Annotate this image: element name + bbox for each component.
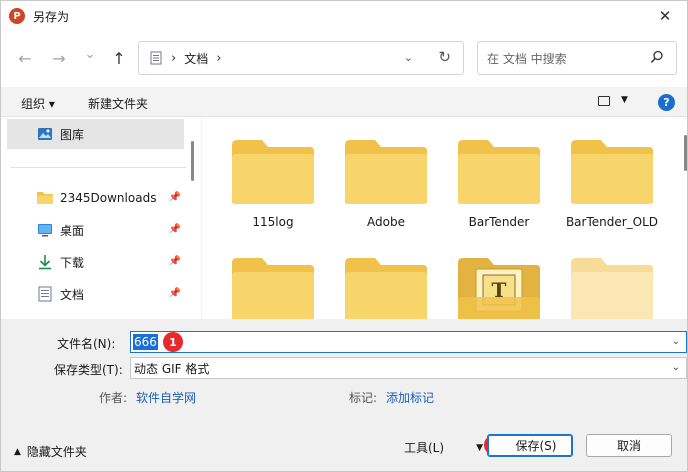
filetype-value: 动态 GIF 格式	[134, 361, 210, 376]
step-badge-1: 1	[163, 332, 183, 352]
chevron-up-icon: ▲	[14, 446, 21, 457]
folder-name: BarTender	[468, 215, 530, 229]
document-icon	[150, 51, 162, 65]
folder-item[interactable]: Adobe	[336, 137, 436, 229]
hide-folders-label: 隐藏文件夹	[26, 445, 87, 459]
folder-item[interactable]: BarTender_OLD	[562, 137, 662, 229]
dialog-title: 另存为	[33, 9, 70, 24]
divider	[11, 167, 186, 168]
address-bar[interactable]: › 文档 › ⌄ ↻	[138, 41, 464, 75]
close-button[interactable]: ✕	[655, 6, 675, 26]
path-separator[interactable]: ›	[216, 51, 221, 66]
close-icon: ✕	[658, 7, 672, 25]
up-arrow-icon: ↑	[112, 48, 126, 68]
folder-item[interactable]: T	[449, 255, 549, 319]
powerpoint-icon: P	[9, 8, 25, 24]
filetype-label: 保存类型(T):	[54, 363, 123, 377]
cancel-button[interactable]: 取消	[586, 434, 672, 457]
sidebar-item-desktop[interactable]: 桌面 📌	[7, 215, 184, 245]
folder-item[interactable]: 115log	[223, 137, 323, 229]
forward-arrow-icon: →	[52, 48, 66, 68]
recent-locations-button[interactable]: ⌄	[81, 45, 99, 63]
sidebar-item-label: 2345Downloads	[60, 191, 157, 205]
navigation-pane: 图库 2345Downloads 📌 桌面 📌 下载 📌 文档 📌	[1, 117, 201, 319]
gallery-icon	[37, 126, 53, 142]
folder-icon	[571, 140, 653, 204]
filename-value[interactable]: 666	[133, 334, 158, 350]
chevron-down-icon[interactable]: ⌄	[672, 362, 680, 373]
back-button[interactable]: ←	[16, 48, 34, 68]
folder-item[interactable]	[336, 255, 436, 319]
pin-icon[interactable]: 📌	[169, 224, 181, 235]
sidebar-item-label: 图库	[60, 127, 85, 142]
sidebar-item-documents[interactable]: 文档 📌	[7, 279, 184, 309]
sidebar-item-label: 文档	[60, 287, 85, 302]
address-dropdown-icon[interactable]: ⌄	[404, 51, 413, 64]
folder-icon	[345, 140, 427, 204]
folder-item[interactable]: BarTender	[449, 137, 549, 229]
save-button[interactable]: 保存(S)	[487, 434, 573, 457]
search-input[interactable]: 在 文档 中搜索	[477, 41, 677, 75]
folder-name: 115log	[252, 215, 294, 229]
filename-field[interactable]: 666 ⌄	[130, 331, 687, 353]
sidebar-item-2345downloads[interactable]: 2345Downloads 📌	[7, 183, 184, 213]
cancel-button-label: 取消	[616, 439, 641, 453]
chevron-down-icon[interactable]: ⌄	[672, 336, 680, 347]
search-placeholder: 在 文档 中搜索	[487, 51, 567, 66]
folder-item[interactable]	[562, 255, 662, 319]
folder-item[interactable]	[223, 255, 323, 319]
file-list: 115log Adobe BarTender BarTender_OLD T	[201, 117, 687, 319]
download-icon	[37, 254, 53, 270]
refresh-icon[interactable]: ↻	[438, 48, 451, 66]
tags-field[interactable]: 添加标记	[386, 389, 434, 406]
bartender-folder-icon: T	[458, 258, 540, 319]
sidebar-item-downloads[interactable]: 下载 📌	[7, 247, 184, 277]
folder-icon	[37, 190, 53, 206]
organize-menu[interactable]: 组织 ▾	[21, 95, 55, 112]
title-bar: P 另存为 ✕	[1, 1, 687, 31]
tools-menu-button[interactable]: 工具(L) ▼	[404, 439, 483, 456]
path-separator: ›	[171, 50, 177, 66]
help-icon[interactable]: ?	[658, 94, 675, 111]
document-icon	[37, 286, 53, 302]
folder-name: BarTender_OLD	[565, 215, 659, 229]
folder-name: Adobe	[367, 215, 405, 229]
chevron-down-icon: ▼	[476, 442, 483, 453]
folder-icon	[345, 258, 427, 319]
folder-icon	[458, 140, 540, 204]
sidebar-item-label: 下载	[60, 255, 85, 270]
view-icon[interactable]	[598, 96, 610, 106]
new-folder-button[interactable]: 新建文件夹	[88, 95, 148, 112]
folder-icon	[232, 258, 314, 319]
scrollbar[interactable]	[191, 141, 194, 181]
save-form: 文件名(N): 666 ⌄ 1 保存类型(T): 动态 GIF 格式 ⌄ 作者:…	[1, 319, 687, 471]
filename-label: 文件名(N):	[57, 337, 116, 351]
scrollbar[interactable]	[684, 135, 687, 171]
chevron-down-icon: ⌄	[84, 46, 96, 62]
sidebar-item-label: 桌面	[60, 223, 85, 238]
folder-icon	[232, 140, 314, 204]
search-icon	[650, 50, 663, 63]
pin-icon[interactable]: 📌	[169, 192, 181, 203]
desktop-icon	[37, 222, 53, 238]
save-button-label: 保存(S)	[515, 439, 557, 453]
tools-label: 工具(L)	[404, 441, 445, 455]
pin-icon[interactable]: 📌	[169, 288, 181, 299]
navigation-bar: ← → ⌄ ↑ › 文档 › ⌄ ↻ 在 文档 中搜索	[1, 31, 687, 87]
author-field[interactable]: 软件自学网	[136, 389, 196, 406]
view-dropdown-icon[interactable]: ▼	[621, 95, 628, 105]
up-button[interactable]: ↑	[110, 48, 128, 68]
filetype-select[interactable]: 动态 GIF 格式 ⌄	[130, 357, 687, 379]
breadcrumb-documents[interactable]: 文档	[184, 50, 208, 67]
pin-icon[interactable]: 📌	[169, 256, 181, 267]
tags-label: 标记:	[349, 391, 378, 405]
folder-icon	[571, 258, 653, 319]
back-arrow-icon: ←	[18, 48, 32, 68]
hide-folders-button[interactable]: ▲ 隐藏文件夹	[14, 443, 87, 460]
save-as-dialog: P 另存为 ✕ ← → ⌄ ↑ › 文档 › ⌄ ↻ 在 文档 中搜索 组织 ▾…	[0, 0, 688, 472]
author-label: 作者:	[99, 391, 128, 405]
sidebar-item-gallery[interactable]: 图库	[7, 119, 184, 149]
forward-button[interactable]: →	[50, 48, 68, 68]
command-toolbar: 组织 ▾ 新建文件夹 ▼ ?	[1, 87, 687, 117]
